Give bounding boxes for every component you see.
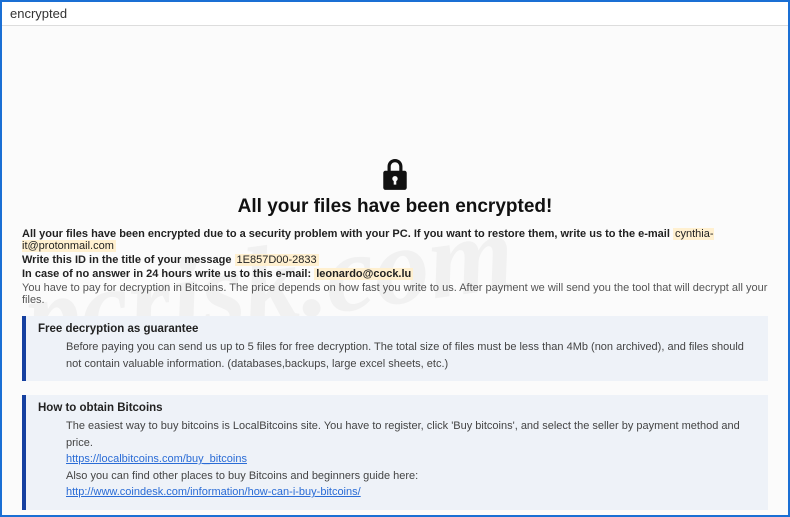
- main-title: All your files have been encrypted!: [22, 196, 768, 218]
- lock-icon: [382, 159, 408, 194]
- price-line: You have to pay for decryption in Bitcoi…: [22, 282, 768, 306]
- intro-line-2: Write this ID in the title of your messa…: [22, 254, 768, 266]
- victim-id: 1E857D00-2833: [235, 254, 319, 266]
- free-decryption-section: Free decryption as guarantee Before payi…: [22, 316, 768, 381]
- bitcoins-text-1: The easiest way to buy bitcoins is Local…: [66, 418, 756, 451]
- intro-text-1: All your files have been encrypted due t…: [22, 228, 670, 240]
- content-area: pcrisk.com All your files have been encr…: [2, 26, 788, 515]
- intro-line-1: All your files have been encrypted due t…: [22, 228, 768, 252]
- bitcoins-text-2: Also you can find other places to buy Bi…: [66, 468, 756, 485]
- bitcoins-title: How to obtain Bitcoins: [38, 402, 756, 414]
- bitcoins-link-2[interactable]: http://www.coindesk.com/information/how-…: [66, 486, 361, 498]
- bitcoins-link-1[interactable]: https://localbitcoins.com/buy_bitcoins: [66, 453, 247, 465]
- window-title: encrypted: [10, 6, 67, 21]
- intro-text-3: In case of no answer in 24 hours write u…: [22, 268, 311, 280]
- intro-line-3: In case of no answer in 24 hours write u…: [22, 268, 768, 280]
- header-block: All your files have been encrypted!: [22, 159, 768, 218]
- bitcoins-section: How to obtain Bitcoins The easiest way t…: [22, 395, 768, 510]
- ransom-window: encrypted pcrisk.com All your files have…: [0, 0, 790, 517]
- bitcoins-body: The easiest way to buy bitcoins is Local…: [38, 418, 756, 501]
- email-2: leonardo@cock.lu: [314, 268, 413, 280]
- free-decryption-body: Before paying you can send us up to 5 fi…: [38, 339, 756, 372]
- intro-text-2: Write this ID in the title of your messa…: [22, 254, 231, 266]
- free-decryption-title: Free decryption as guarantee: [38, 323, 756, 335]
- window-titlebar: encrypted: [2, 2, 788, 26]
